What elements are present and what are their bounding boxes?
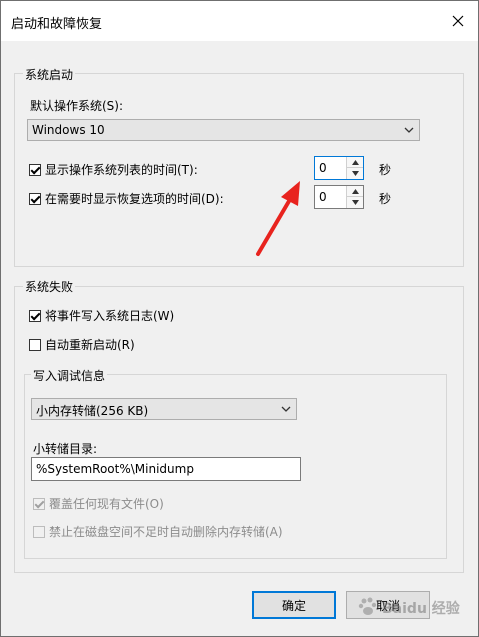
paw-logo-icon <box>358 597 377 615</box>
red-arrow-annotation <box>256 181 300 256</box>
watermark-text: Baidu 经验 <box>382 601 460 617</box>
watermark: Baidu 经验 <box>358 590 476 626</box>
